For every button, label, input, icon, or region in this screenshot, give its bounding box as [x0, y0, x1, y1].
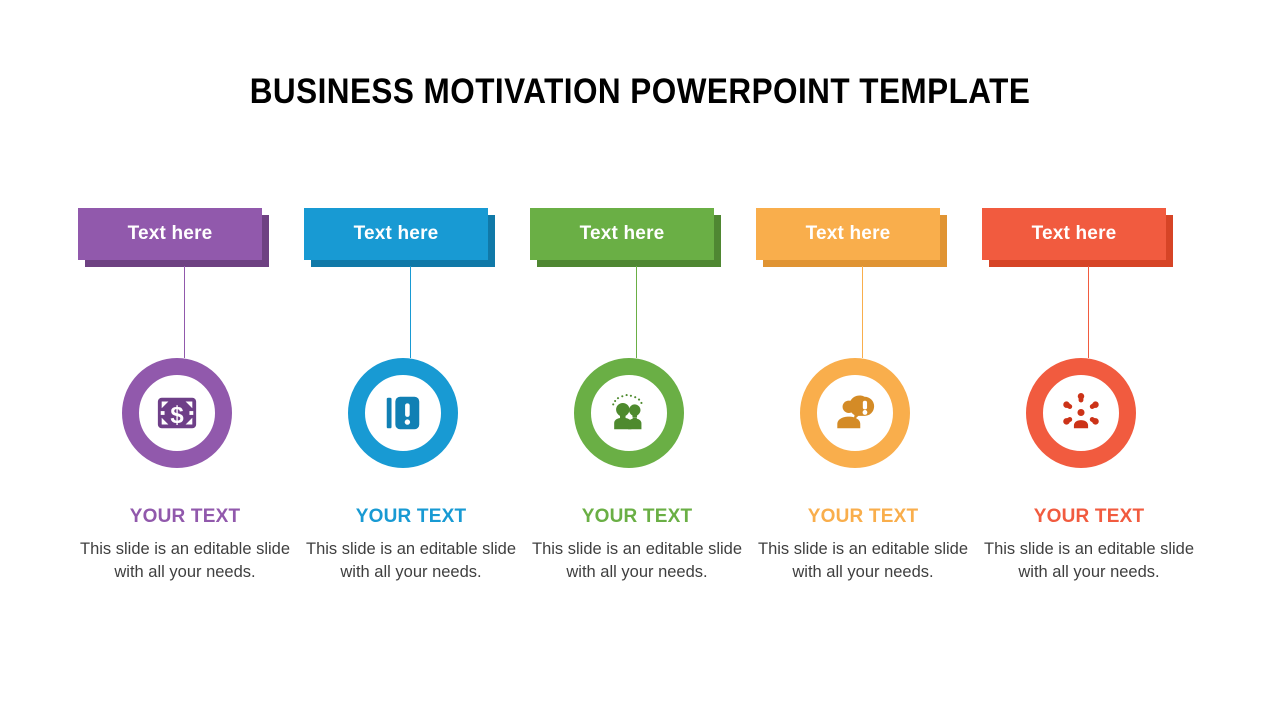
- connector-line: [410, 266, 411, 358]
- banner-3[interactable]: Text here: [530, 208, 721, 267]
- icon-circle-1[interactable]: $: [122, 358, 232, 468]
- caption-heading: YOUR TEXT: [129, 506, 241, 527]
- icon-circle-2[interactable]: [348, 358, 458, 468]
- infographic-column: Text here YOUR TEXT This slide is an edi…: [750, 0, 976, 720]
- banner-4[interactable]: Text here: [756, 208, 947, 267]
- slide-canvas: BUSINESS MOTIVATION POWERPOINT TEMPLATE …: [0, 0, 1280, 720]
- caption-heading: YOUR TEXT: [355, 506, 467, 527]
- money-dollar-banknote-icon: $: [154, 390, 200, 436]
- infographic-column: Text here YOUR TEXT This slide is an edi…: [524, 0, 750, 720]
- banner-label: Text here: [579, 223, 665, 244]
- connector-line: [862, 266, 863, 358]
- caption-heading: YOUR TEXT: [1033, 506, 1145, 527]
- caption-heading: YOUR TEXT: [807, 506, 919, 527]
- banner-main[interactable]: Text here: [756, 208, 940, 260]
- banner-main[interactable]: Text here: [982, 208, 1166, 260]
- icon-circle-3[interactable]: [574, 358, 684, 468]
- infographic-column: Text here $ YOUR TEXT This slide is an e…: [72, 0, 298, 720]
- banner-label: Text here: [1031, 223, 1117, 244]
- connector-line: [636, 266, 637, 358]
- banner-2[interactable]: Text here: [304, 208, 495, 267]
- caption-body: This slide is an editable slide with all…: [305, 540, 517, 581]
- infographic-columns: Text here $ YOUR TEXT This slide is an e…: [0, 0, 1280, 720]
- banner-1[interactable]: Text here: [78, 208, 269, 267]
- caption-body: This slide is an editable slide with all…: [983, 540, 1195, 581]
- banner-label: Text here: [127, 223, 213, 244]
- banner-main[interactable]: Text here: [530, 208, 714, 260]
- banner-main[interactable]: Text here: [78, 208, 262, 260]
- person-speech-alert-icon: [832, 390, 878, 436]
- icon-circle-4[interactable]: [800, 358, 910, 468]
- svg-text:$: $: [170, 402, 183, 429]
- caption-body: This slide is an editable slide with all…: [79, 540, 291, 581]
- infographic-column: Text here YOUR TEXT This slide is an edi: [976, 0, 1202, 720]
- caption-body: This slide is an editable slide with all…: [531, 540, 743, 581]
- caption-heading: YOUR TEXT: [581, 506, 693, 527]
- banner-5[interactable]: Text here: [982, 208, 1173, 267]
- infographic-column: Text here YOUR TEXT This slide is an edi…: [298, 0, 524, 720]
- banner-label: Text here: [353, 223, 439, 244]
- alert-exclamation-book-icon: [380, 390, 426, 436]
- team-idea-people-icon: [606, 390, 652, 436]
- banner-main[interactable]: Text here: [304, 208, 488, 260]
- person-network-rays-icon: [1058, 390, 1104, 436]
- connector-line: [1088, 266, 1089, 358]
- icon-circle-5[interactable]: [1026, 358, 1136, 468]
- banner-label: Text here: [805, 223, 891, 244]
- connector-line: [184, 266, 185, 358]
- caption-body: This slide is an editable slide with all…: [757, 540, 969, 581]
